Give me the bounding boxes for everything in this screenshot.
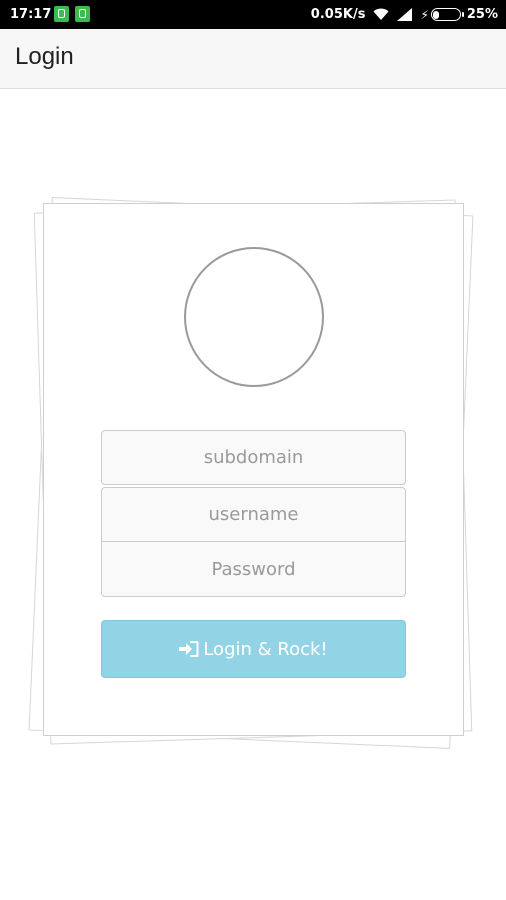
network-speed: 0.05K/s bbox=[310, 7, 366, 22]
username-input[interactable] bbox=[101, 487, 406, 542]
signal-icon bbox=[397, 8, 413, 21]
app-notification-icon bbox=[54, 6, 69, 22]
app-bar: Login bbox=[0, 29, 506, 89]
status-bar: 17:17 0.05K/s ⚡ 25% bbox=[0, 0, 506, 29]
battery-level bbox=[433, 10, 439, 19]
alarm-notification-icon bbox=[75, 6, 90, 22]
status-time: 17:17 bbox=[10, 7, 52, 22]
charging-icon: ⚡ bbox=[420, 7, 429, 22]
sign-in-icon bbox=[179, 641, 199, 657]
login-button-label: Login & Rock! bbox=[203, 638, 328, 660]
page-title: Login bbox=[15, 43, 74, 70]
subdomain-input[interactable] bbox=[101, 430, 406, 485]
password-input[interactable] bbox=[101, 541, 406, 597]
battery-icon bbox=[430, 8, 464, 21]
battery-percent: 25% bbox=[466, 7, 498, 22]
login-button[interactable]: Login & Rock! bbox=[101, 620, 406, 678]
avatar bbox=[184, 247, 324, 387]
wifi-icon bbox=[373, 8, 389, 20]
